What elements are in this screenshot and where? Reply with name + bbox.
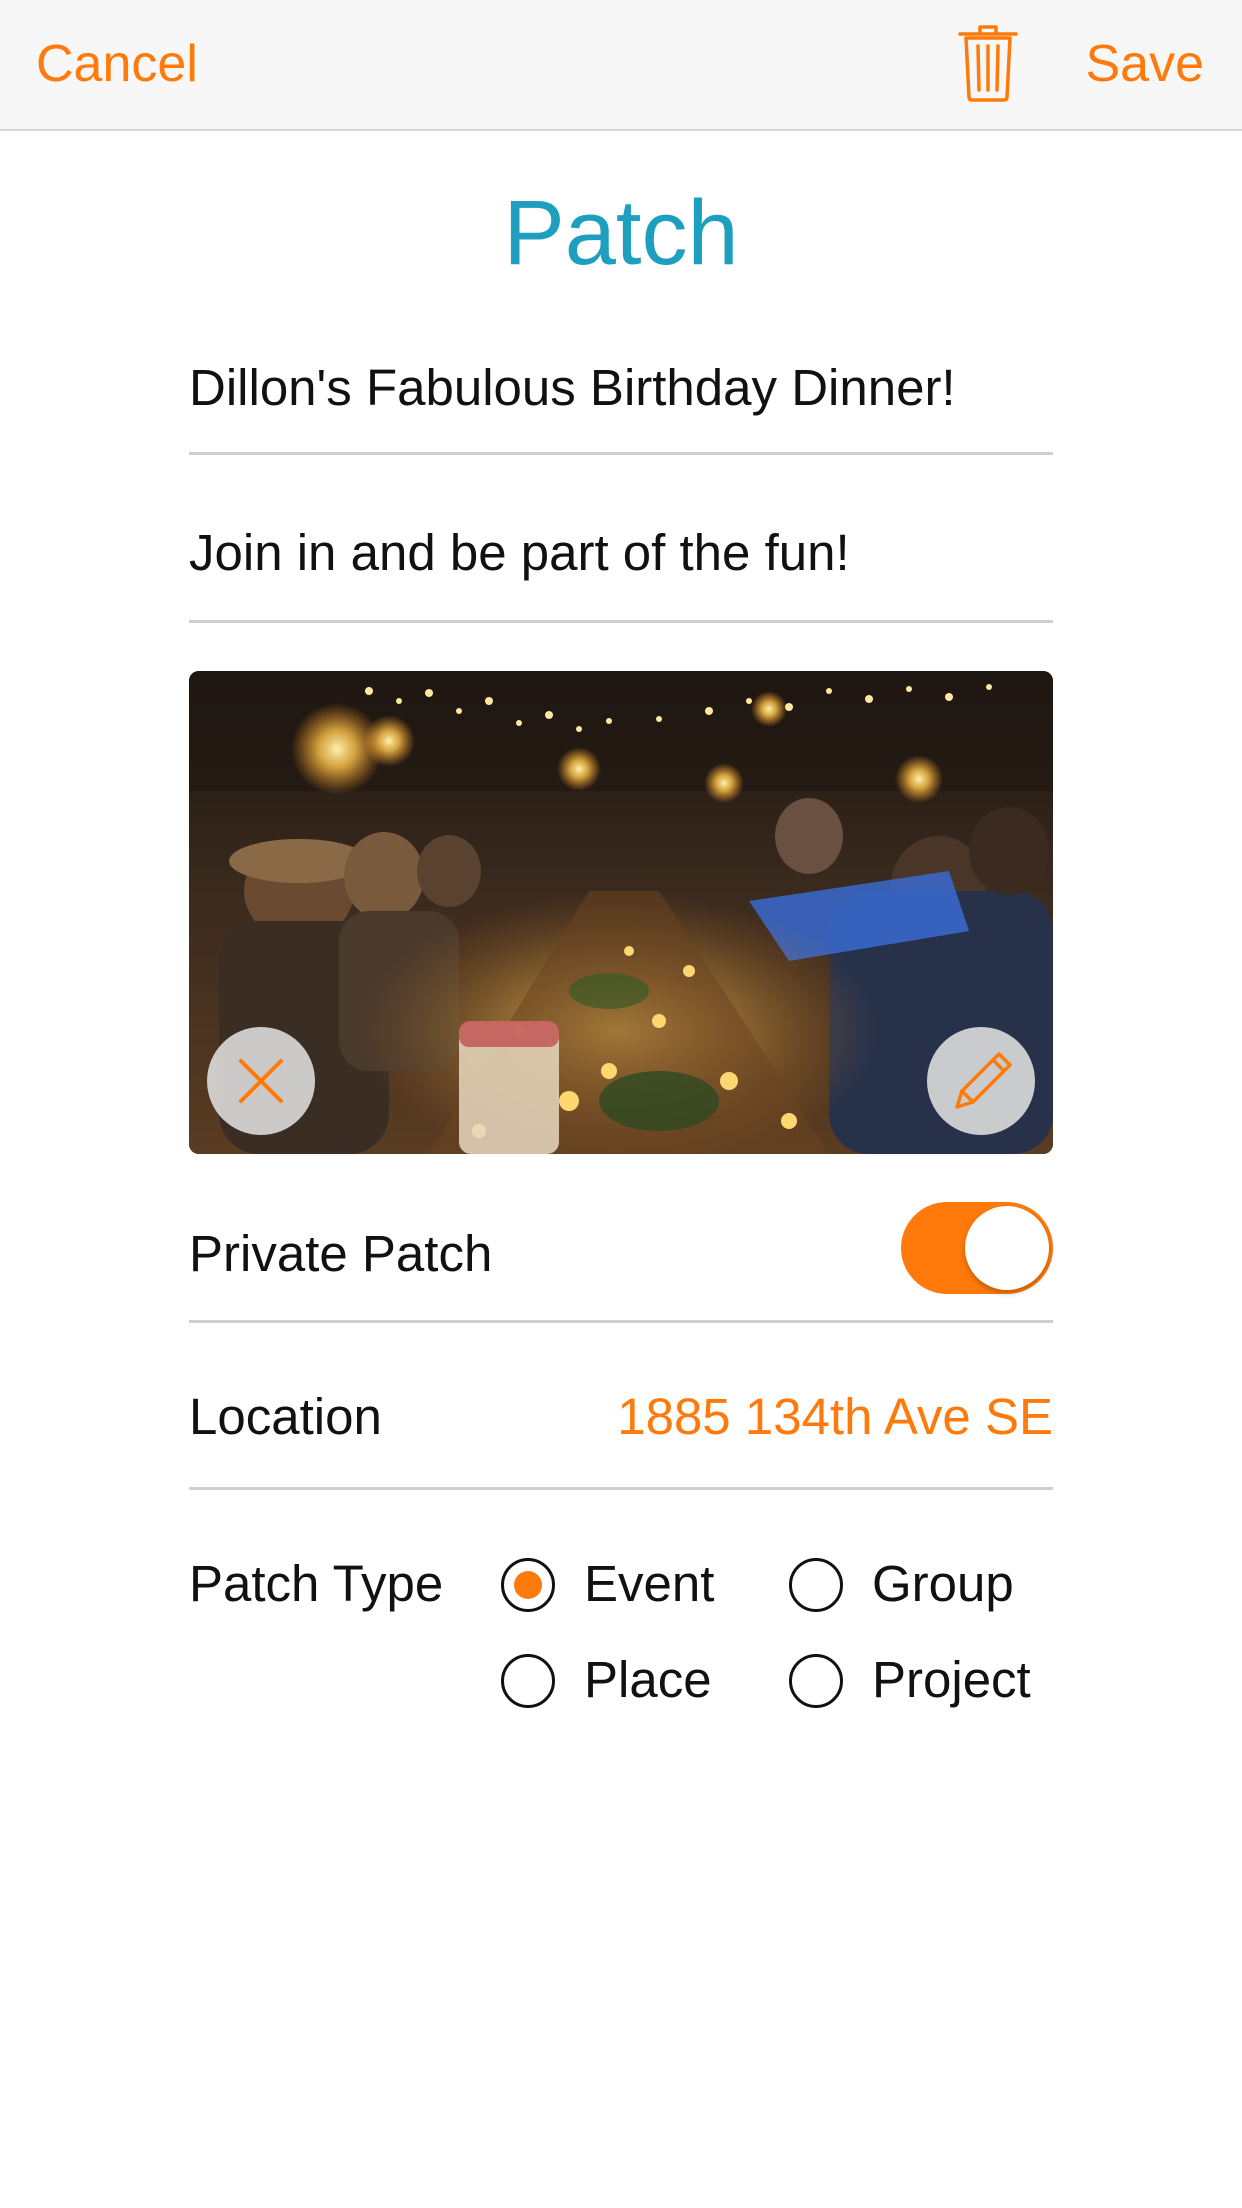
remove-photo-button[interactable] [207,1027,315,1135]
patch-name-field[interactable]: Dillon's Fabulous Birthday Dinner! [189,340,1053,455]
radio-project[interactable]: Project [789,1651,1049,1716]
private-patch-row: Private Patch [189,1170,1053,1323]
delete-button[interactable] [956,24,1020,102]
radio-place[interactable]: Place [501,1651,741,1716]
radio-group[interactable]: Group [789,1555,1049,1620]
location-row[interactable]: Location 1885 134th Ave SE [189,1323,1053,1490]
patch-type-section: Patch Type Event Group Place Project [189,1490,1053,1750]
radio-event[interactable]: Event [501,1555,741,1620]
radio-selected-dot [514,1571,542,1599]
patch-photo [189,671,1053,1154]
page-title: Patch [503,182,739,284]
patch-name-value: Dillon's Fabulous Birthday Dinner! [189,359,956,416]
radio-project-label: Project [872,1651,1031,1708]
cancel-button[interactable]: Cancel [36,28,198,100]
radio-group-label: Group [872,1555,1014,1612]
photo-image [189,671,1053,1154]
radio-event-label: Event [584,1555,715,1612]
save-button[interactable]: Save [1085,28,1204,100]
toggle-knob [965,1206,1049,1290]
radio-place-circle [501,1654,555,1708]
navigation-bar: Cancel Save [0,0,1242,131]
trash-icon [958,25,1018,102]
radio-project-circle [789,1654,843,1708]
private-patch-label: Private Patch [189,1225,493,1282]
radio-group-circle [789,1558,843,1612]
private-patch-toggle[interactable] [901,1202,1053,1294]
patch-type-label: Patch Type [189,1555,444,1612]
patch-description-value: Join in and be part of the fun! [189,524,850,581]
location-value[interactable]: 1885 134th Ave SE [617,1385,1053,1449]
patch-description-field[interactable]: Join in and be part of the fun! [189,505,1053,623]
radio-place-label: Place [584,1651,712,1708]
close-icon [239,1059,283,1103]
pencil-icon [955,1052,1012,1109]
radio-event-circle [501,1558,555,1612]
edit-photo-button[interactable] [927,1027,1035,1135]
location-label: Location [189,1388,382,1445]
